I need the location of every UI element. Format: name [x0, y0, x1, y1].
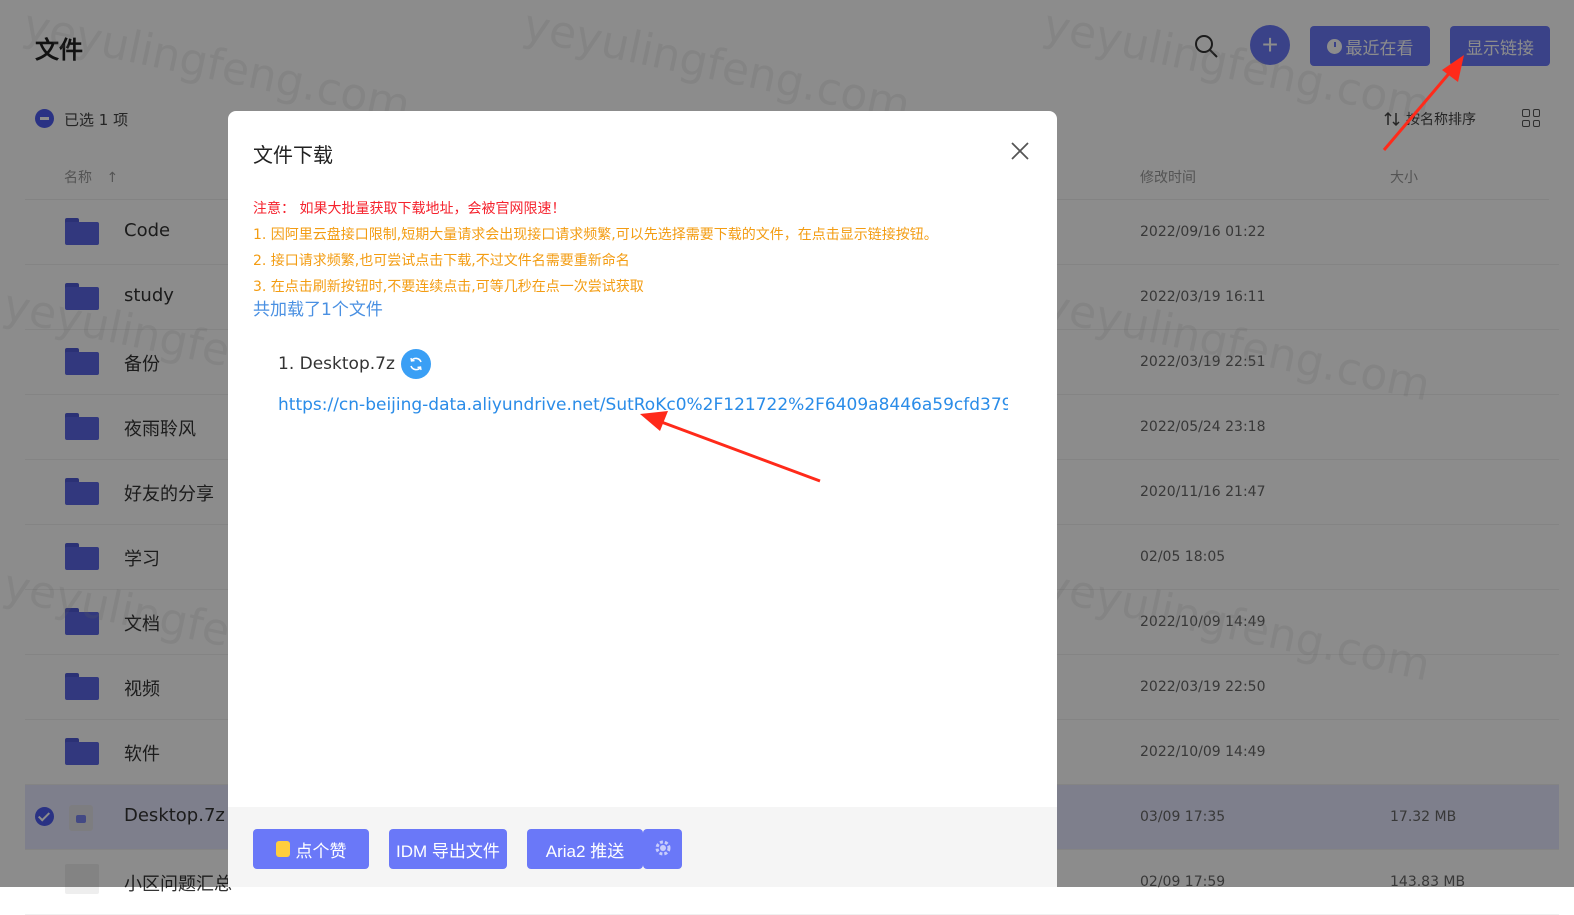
notice-item: 1. 因阿里云盘接口限制,短期大量请求会出现接口请求频繁,可以先选择需要下载的文… [253, 227, 938, 243]
file-download-dialog: 文件下载 注意： 如果大批量获取下载地址，会被官网限速！ 1. 因阿里云盘接口限… [228, 111, 1057, 887]
idm-export-button[interactable]: IDM 导出文件 [389, 829, 507, 869]
aria2-push-button[interactable]: Aria2 推送 [527, 829, 643, 869]
dialog-title: 文件下载 [253, 143, 333, 167]
dialog-footer: 点个赞 IDM 导出文件 Aria2 推送 [228, 807, 1057, 887]
download-file-item: 1. Desktop.7z [278, 349, 431, 379]
notice-item: 2. 接口请求频繁,也可尝试点击下载,不过文件名需要重新命名 [253, 253, 630, 269]
notice-list: 注意： 如果大批量获取下载地址，会被官网限速！ 1. 因阿里云盘接口限制,短期大… [253, 196, 1043, 300]
gear-icon [655, 840, 670, 855]
thumbs-up-icon [275, 841, 290, 857]
download-file-name: 1. Desktop.7z [278, 354, 395, 374]
download-link[interactable]: https://cn-beijing-data.aliyundrive.net/… [278, 395, 1008, 415]
close-icon[interactable] [1009, 140, 1031, 162]
like-button[interactable]: 点个赞 [253, 829, 369, 869]
aria2-settings-button[interactable] [643, 829, 682, 869]
loaded-count: 共加载了1个文件 [253, 300, 383, 320]
refresh-icon[interactable] [400, 349, 431, 379]
notice-warning: 注意： 如果大批量获取下载地址，会被官网限速！ [253, 201, 566, 217]
